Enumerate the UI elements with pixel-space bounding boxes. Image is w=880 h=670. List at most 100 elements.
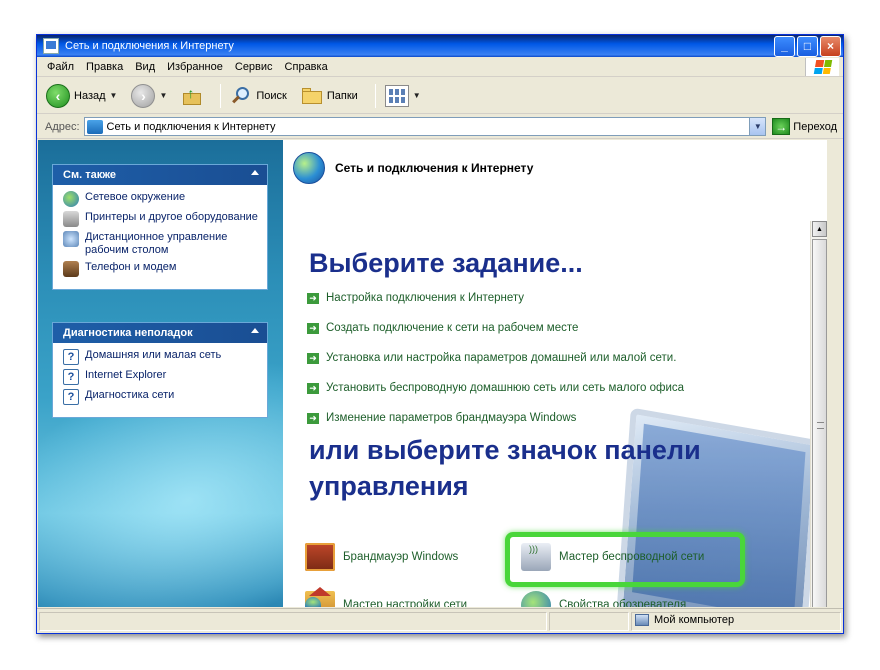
folder-icon [301, 87, 323, 105]
forward-dropdown-icon[interactable]: ▼ [159, 91, 167, 100]
go-button[interactable]: → Переход [772, 118, 837, 135]
link-label: Телефон и модем [85, 261, 177, 273]
up-folder-button[interactable]: ↑ [178, 81, 206, 111]
help-icon: ? [63, 369, 79, 385]
network-setup-item[interactable]: Мастер настройки сети [305, 587, 468, 607]
address-dropdown-icon[interactable]: ▼ [749, 118, 766, 135]
partial-globe-icon [305, 597, 321, 607]
collapse-icon[interactable] [251, 328, 259, 333]
internet-options-icon [521, 591, 551, 607]
window-title: Сеть и подключения к Интернету [65, 40, 234, 52]
link-label: Домашняя или малая сеть [85, 349, 222, 361]
troubleshoot-internet-explorer[interactable]: ? Internet Explorer [63, 369, 259, 385]
views-dropdown-icon[interactable]: ▼ [413, 91, 421, 100]
menu-bar: Файл Правка Вид Избранное Сервис Справка [37, 57, 843, 77]
address-field[interactable]: Сеть и подключения к Интернету ▼ [83, 117, 767, 136]
task-label: Установить беспроводную домашнюю сеть ил… [326, 382, 685, 394]
network-folder-icon [86, 119, 103, 134]
pick-task-heading: Выберите задание... [309, 248, 583, 278]
menu-tools[interactable]: Сервис [235, 61, 273, 73]
folders-button[interactable]: Папки [298, 81, 361, 111]
go-label: Переход [793, 120, 837, 133]
cp-item-label: Мастер настройки сети [343, 599, 468, 607]
wireless-wizard-highlight [505, 532, 745, 587]
address-value: Сеть и подключения к Интернету [106, 120, 276, 133]
troubleshooting-header[interactable]: Диагностика неполадок [53, 323, 267, 343]
task-link[interactable]: ➜ Установка или настройка параметров дом… [307, 352, 676, 364]
phone-modem-icon [63, 261, 79, 277]
status-zone: Мой компьютер [635, 614, 734, 626]
green-arrow-icon: ➜ [307, 292, 319, 304]
firewall-item[interactable]: Брандмауэр Windows [305, 543, 458, 571]
see-also-header[interactable]: См. также [53, 165, 267, 185]
cp-item-label: Свойства обозревателя [559, 599, 687, 607]
link-label: Дистанционное управление рабочим столом [85, 231, 228, 256]
back-button[interactable]: ‹ Назад ▼ [43, 81, 120, 111]
see-also-phone-modem[interactable]: Телефон и модем [63, 261, 259, 277]
search-label: Поиск [256, 89, 287, 102]
firewall-icon [305, 543, 335, 571]
go-arrow-icon: → [772, 118, 791, 135]
see-also-remote-desktop[interactable]: Дистанционное управление рабочим столом [63, 231, 259, 257]
menu-help[interactable]: Справка [285, 61, 328, 73]
green-arrow-icon: ➜ [307, 322, 319, 334]
address-bar: Адрес: Сеть и подключения к Интернету ▼ … [37, 115, 843, 139]
my-computer-icon [635, 614, 649, 626]
folders-label: Папки [326, 89, 358, 102]
forward-button[interactable]: › ▼ [128, 81, 170, 111]
link-label: Internet Explorer [85, 369, 167, 381]
category-title: Сеть и подключения к Интернету [335, 161, 534, 175]
collapse-icon[interactable] [251, 170, 259, 175]
search-icon [230, 85, 252, 107]
task-link[interactable]: ➜ Настройка подключения к Интернету [307, 292, 524, 304]
status-cell [549, 612, 629, 631]
back-label: Назад [74, 89, 106, 102]
forward-arrow-icon: › [131, 83, 156, 108]
task-pane: См. также Сетевое окружение Принтеры и д… [38, 140, 283, 607]
internet-options-item[interactable]: Свойства обозревателя [521, 591, 686, 607]
cp-item-label: Брандмауэр Windows [343, 551, 459, 563]
task-link[interactable]: ➜ Изменение параметров брандмауэра Windo… [307, 412, 576, 424]
maximize-button[interactable]: □ [797, 35, 818, 57]
pick-icon-heading: или выберите значок панели управления [309, 435, 701, 501]
link-label: Принтеры и другое оборудование [85, 211, 258, 223]
status-zone-label: Мой компьютер [654, 614, 735, 626]
vertical-scrollbar[interactable]: ▲ ▼ [810, 221, 827, 607]
see-also-printers[interactable]: Принтеры и другое оборудование [63, 211, 259, 227]
title-bar[interactable]: Сеть и подключения к Интернету _ □ × [37, 35, 843, 57]
see-also-network-neighborhood[interactable]: Сетевое окружение [63, 191, 259, 207]
views-icon [384, 84, 409, 107]
minimize-button[interactable]: _ [774, 35, 795, 57]
back-dropdown-icon[interactable]: ▼ [110, 91, 118, 100]
see-also-title: См. также [63, 169, 116, 181]
task-link[interactable]: ➜ Установить беспроводную домашнюю сеть … [307, 382, 684, 394]
status-bar: Мой компьютер [37, 608, 843, 633]
troubleshoot-network-diagnostics[interactable]: ? Диагностика сети [63, 389, 259, 405]
task-label: Изменение параметров брандмауэра Windows [326, 412, 577, 424]
address-label: Адрес: [45, 120, 80, 133]
menu-favorites[interactable]: Избранное [167, 61, 223, 73]
close-button[interactable]: × [820, 35, 841, 57]
scroll-up-icon[interactable]: ▲ [812, 221, 827, 237]
menu-edit[interactable]: Правка [86, 61, 123, 73]
search-button[interactable]: Поиск [227, 81, 289, 111]
network-globe-icon [293, 152, 325, 184]
remote-desktop-icon [63, 231, 79, 247]
views-button[interactable]: ▼ [382, 81, 424, 111]
green-arrow-icon: ➜ [307, 382, 319, 394]
scroll-thumb[interactable] [812, 239, 827, 607]
menu-file[interactable]: Файл [47, 61, 74, 73]
toolbar-separator [374, 83, 376, 108]
see-also-panel: См. также Сетевое окружение Принтеры и д… [52, 164, 268, 290]
back-arrow-icon: ‹ [46, 83, 70, 108]
task-link[interactable]: ➜ Создать подключение к сети на рабочем … [307, 322, 578, 334]
link-label: Сетевое окружение [85, 191, 186, 203]
toolbar: ‹ Назад ▼ › ▼ ↑ Поиск Папки ▼ [37, 78, 843, 114]
task-label: Установка или настройка параметров домаш… [326, 352, 677, 364]
task-label: Создать подключение к сети на рабочем ме… [326, 322, 579, 334]
troubleshooting-title: Диагностика неполадок [63, 327, 193, 339]
menu-view[interactable]: Вид [135, 61, 155, 73]
windows-logo-icon [805, 58, 839, 76]
task-label: Настройка подключения к Интернету [326, 292, 524, 304]
troubleshoot-home-network[interactable]: ? Домашняя или малая сеть [63, 349, 259, 365]
